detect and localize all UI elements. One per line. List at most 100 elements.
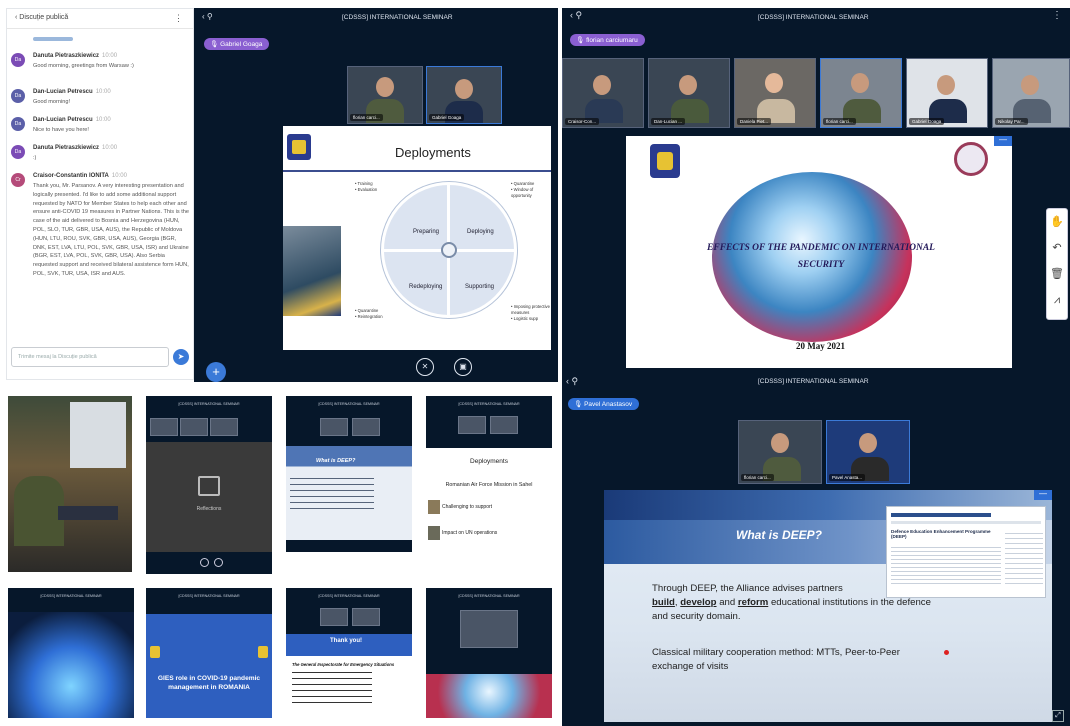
participant-name: Gabriel Goaga — [429, 114, 465, 121]
message-author: Dan-Lucian Petrescu 10:00 — [33, 117, 111, 123]
chat-message: Da Danuta Pietraszkiewicz 10:00 Good morn… — [11, 53, 191, 81]
video-tile[interactable]: Dan-Lucian ... — [648, 58, 730, 128]
message-author: Danuta Pietraszkiewicz 10:00 — [33, 53, 118, 59]
meeting-title: [CDSSS] INTERNATIONAL SEMINAR — [318, 402, 380, 406]
participant-name: Daniela Piet... — [737, 118, 772, 125]
slide-paragraph-2: Classical military cooperation method: M… — [652, 647, 900, 672]
chat-header[interactable]: ‹ Discuție publică ⋮ — [7, 9, 193, 29]
title-rule — [283, 170, 551, 172]
participants-icon[interactable]: ‹ ⚲ — [202, 12, 213, 21]
contact-text: The General Inspectorate for Emergency S… — [292, 662, 395, 667]
participants-icon[interactable]: ‹ ⚲ — [566, 376, 578, 387]
meeting-thumbnail[interactable]: [CDSSS] INTERNATIONAL SEMINAR What is DE… — [286, 396, 412, 552]
slide-title: EFFECTS OF THE PANDEMIC ON INTERNATIONAL… — [707, 243, 935, 270]
message-author: Danuta Pietraszkiewicz 10:00 — [33, 145, 118, 151]
meeting-thumbnail[interactable]: [CDSSS] INTERNATIONAL SEMINAR Reflection… — [146, 396, 272, 574]
meeting-title: [CDSSS] INTERNATIONAL SEMINAR — [178, 594, 240, 598]
video-tile[interactable]: florian carci... — [347, 66, 423, 124]
video-tile[interactable]: Gabriel Goaga — [906, 58, 988, 128]
video-tile[interactable]: Nikolay Par... — [992, 58, 1070, 128]
quadrant-label: Supporting — [465, 284, 495, 290]
avatar: Da — [11, 117, 25, 131]
photo-thumbnail — [8, 396, 132, 572]
participant-name: Gabriel Goaga — [909, 118, 945, 125]
meeting-thumbnail[interactable]: [CDSSS] INTERNATIONAL SEMINAR GIES role … — [146, 588, 272, 718]
slide-area — [146, 442, 272, 552]
message-author: Craisor-Constantin IONITA 10:00 — [33, 173, 127, 179]
hand-tool-icon[interactable]: ✋ — [1047, 209, 1067, 235]
crest-logo — [650, 144, 680, 178]
avatar: Da — [11, 53, 25, 67]
slide-title: What is DEEP? — [316, 458, 356, 464]
minimize-icon[interactable]: — — [994, 136, 1012, 146]
chat-message-input[interactable]: Trimite mesaj la Discuție publică — [11, 347, 169, 367]
send-icon[interactable]: ➤ — [173, 349, 189, 365]
meeting-thumbnail[interactable]: [CDSSS] INTERNATIONAL SEMINAR — [426, 588, 552, 718]
meeting-thumbnail[interactable]: [CDSSS] INTERNATIONAL SEMINAR Deployment… — [426, 396, 552, 562]
notes-top-right: • Quarantine • Window of opportunity — [511, 181, 535, 198]
laser-pointer — [944, 650, 949, 655]
video-tile[interactable]: Craisor-Con... — [562, 58, 644, 128]
video-tile[interactable]: Daniela Piet... — [734, 58, 816, 128]
whiteboard-toolbar: ✋ ↶ 🗑 ⩘ — [1046, 208, 1068, 320]
participant-name: Nikolay Par... — [995, 118, 1028, 125]
presentation-slide-cover: — EFFECTS OF THE PANDEMIC ON INTERNATION… — [626, 136, 1012, 368]
book-icon — [198, 476, 220, 496]
more-options-icon[interactable]: ⋮ — [174, 13, 183, 24]
participant-name: Dan-Lucian ... — [651, 118, 686, 125]
cycle-center-icon — [441, 242, 457, 258]
contact-lines — [292, 672, 372, 708]
participant-name: florian carci... — [741, 474, 774, 481]
undo-icon[interactable]: ↶ — [1047, 235, 1067, 261]
chart-icon[interactable]: ⩘ — [1047, 287, 1067, 313]
video-tile[interactable]: Gabriel Goaga — [426, 66, 502, 124]
participant-name: Craisor-Con... — [565, 118, 600, 125]
chat-message: Da Dan-Lucian Petrescu 10:00 Good morning… — [11, 89, 191, 113]
message-text: Good morning, greetings from Warsaw :) — [33, 63, 134, 69]
fullscreen-icon[interactable]: ⤢ — [1052, 710, 1064, 722]
camera-icon[interactable]: ▣ — [454, 358, 472, 376]
more-options-icon[interactable]: ⋮ — [1052, 10, 1062, 21]
meeting-thumbnail[interactable]: [CDSSS] INTERNATIONAL SEMINAR Thank you!… — [286, 588, 412, 718]
slide-bullet: Impact on UN operations — [442, 530, 498, 536]
participant-name: florian carci... — [823, 118, 856, 125]
video-tile[interactable]: florian carci... — [738, 420, 822, 484]
seal-logo — [954, 142, 988, 176]
chat-message: Da Danuta Pietraszkiewicz 10:00 :) — [11, 145, 191, 169]
mute-microphone-icon[interactable]: ✕ — [416, 358, 434, 376]
meeting-title: [CDSSS] INTERNATIONAL SEMINAR — [458, 594, 520, 598]
notes-bottom-left: • Quarantine • Reintegration — [355, 308, 383, 319]
avatar: Da — [11, 145, 25, 159]
slide-bullet: Challenging to support — [442, 504, 493, 510]
meeting-title: [CDSSS] INTERNATIONAL SEMINAR — [758, 14, 869, 21]
slide-date: 20 May 2021 — [796, 341, 845, 351]
message-author: Dan-Lucian Petrescu 10:00 — [33, 89, 111, 95]
slide-title: Deployments — [470, 458, 508, 465]
video-tile[interactable]: florian carci... — [820, 58, 902, 128]
message-text: Thank you, Mr. Parsanov. A very interest… — [33, 183, 189, 277]
quadrant-label: Deploying — [467, 229, 494, 235]
chat-message: Da Dan-Lucian Petrescu 10:00 Nice to have… — [11, 117, 191, 141]
message-text: :) — [33, 155, 37, 161]
video-tile[interactable]: Pavel Anasta... — [826, 420, 910, 484]
minimize-icon[interactable]: — — [1034, 490, 1052, 500]
globe-slide — [8, 612, 134, 718]
chat-title: Discuție publică — [19, 14, 69, 21]
slide-subtitle: Romanian Air Force Mission in Sahel — [445, 482, 533, 488]
chat-message-partial — [11, 35, 191, 49]
participant-face — [455, 79, 473, 99]
presentation-slide-deep: What is DEEP? — Defence Education Enhanc… — [604, 490, 1052, 722]
slide-text-lines — [290, 478, 374, 512]
add-action-button[interactable]: + — [206, 362, 226, 382]
trash-icon[interactable]: 🗑 — [1047, 261, 1067, 287]
slide-title: Thank you! — [330, 638, 363, 644]
slide-title: What is DEEP? — [736, 528, 823, 542]
participant-name: florian carci... — [350, 114, 383, 121]
screenshot-collage: ‹ Discuție publică ⋮ Da Danuta Pietraszk… — [0, 0, 1070, 726]
participants-icon[interactable]: ‹ ⚲ — [570, 10, 582, 21]
meeting-thumbnail[interactable]: [CDSSS] INTERNATIONAL SEMINAR — [8, 588, 134, 718]
message-fragment — [33, 37, 73, 41]
back-chevron-icon[interactable]: ‹ — [15, 14, 17, 21]
presentation-slide-deployments: Deployments Preparing Deploying Redeploy… — [283, 126, 551, 350]
virus-image — [426, 674, 552, 718]
